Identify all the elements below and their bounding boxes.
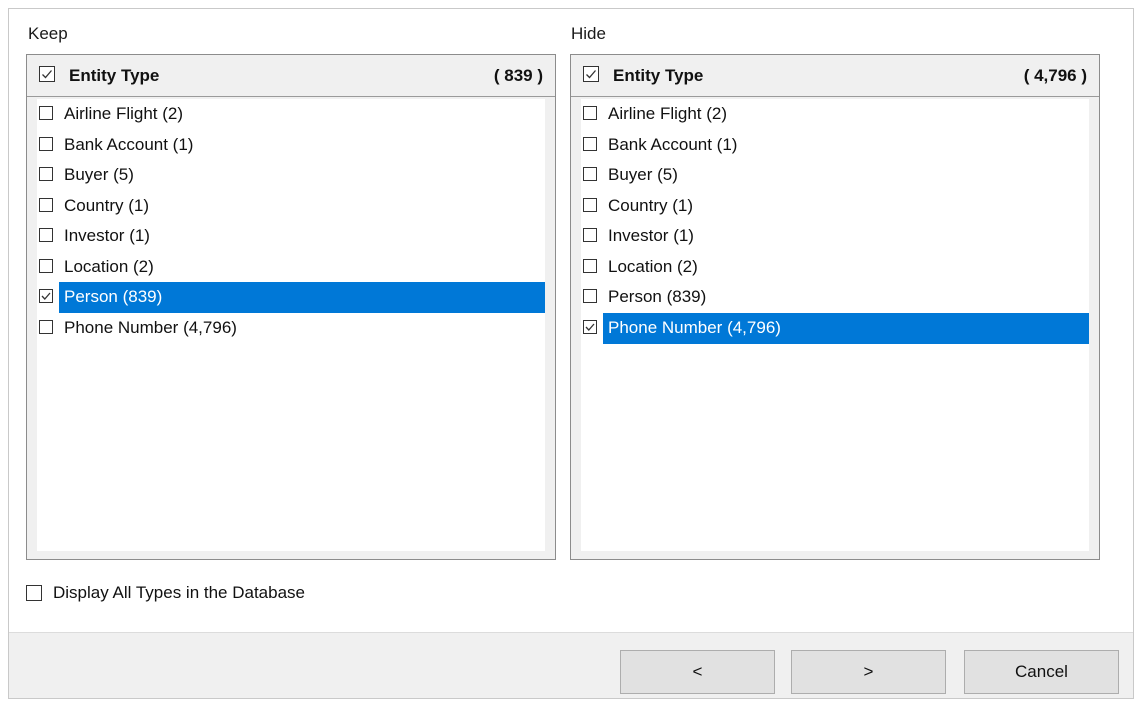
list-item[interactable]: Buyer (5) [581,160,1089,191]
hide-label: Hide [571,24,606,43]
hide-panel-header: Entity Type ( 4,796 ) [571,55,1099,97]
item-label: Bank Account (1) [64,134,194,154]
item-checkbox[interactable] [39,289,53,303]
list-item[interactable]: Phone Number (4,796) [581,312,1089,344]
move-right-button[interactable]: > [791,650,946,694]
item-checkbox[interactable] [39,136,53,151]
item-checkbox[interactable] [583,258,597,273]
list-item[interactable]: Buyer (5) [37,160,545,191]
list-item[interactable]: Investor (1) [37,221,545,252]
keep-panel-header: Entity Type ( 839 ) [27,55,555,97]
item-label: Person (839) [608,287,707,306]
item-label: Investor (1) [608,226,694,245]
item-checkbox[interactable] [583,136,597,151]
cancel-button[interactable]: Cancel [964,650,1119,694]
item-checkbox[interactable] [39,167,53,181]
item-checkbox[interactable] [39,106,53,120]
item-checkbox[interactable] [583,106,597,120]
keep-label: Keep [28,24,68,43]
keep-panel: Entity Type ( 839 ) Airline Flight (2) Ba… [26,54,556,560]
item-label: Phone Number (4,796) [608,317,781,337]
list-item[interactable]: Bank Account (1) [37,130,545,161]
list-item[interactable]: Location (2) [581,252,1089,283]
hide-panel: Entity Type ( 4,796 ) Airline Flight (2)… [570,54,1100,560]
list-item[interactable]: Airline Flight (2) [581,99,1089,130]
keep-list: Airline Flight (2) Bank Account (1) Buyer … [37,99,545,551]
list-item[interactable]: Phone Number (4,796) [37,313,545,344]
item-label: Person (839) [64,287,163,306]
item-label: Location (2) [608,256,698,276]
list-item[interactable]: Investor (1) [581,221,1089,252]
item-label: Airline Flight (2) [64,104,184,123]
list-item[interactable]: Airline Flight (2) [37,99,545,130]
list-item[interactable]: Person (839) [37,282,545,313]
list-item[interactable]: Person (839) [581,282,1089,313]
item-checkbox[interactable] [39,319,53,334]
item-label: Airline Flight (2) [608,104,728,123]
display-all-checkbox[interactable] [26,585,42,601]
item-checkbox[interactable] [583,228,597,242]
list-item[interactable]: Country (1) [581,191,1089,222]
list-item[interactable]: Location (2) [37,252,545,283]
keep-header-checkbox[interactable] [39,66,55,82]
keep-header-title: Entity Type [69,66,160,85]
hide-header-checkbox[interactable] [583,66,599,82]
item-checkbox[interactable] [583,319,597,334]
item-label: Buyer (5) [608,165,678,184]
item-label: Buyer (5) [64,165,134,184]
list-item[interactable]: Country (1) [37,191,545,222]
item-label: Country (1) [64,195,150,215]
item-checkbox[interactable] [583,167,597,181]
item-checkbox[interactable] [583,197,597,212]
item-label: Investor (1) [64,226,150,245]
hide-header-title: Entity Type [613,66,704,85]
item-checkbox[interactable] [39,228,53,242]
item-checkbox[interactable] [39,197,53,212]
item-checkbox[interactable] [583,289,597,303]
item-label: Location (2) [64,256,154,276]
move-left-button[interactable]: < [620,650,775,694]
hide-list: Airline Flight (2) Bank Account (1) Buyer … [581,99,1089,551]
item-label: Phone Number (4,796) [64,317,237,337]
item-label: Country (1) [608,195,694,215]
hide-header-count: ( 4,796 ) [1023,66,1087,85]
list-item[interactable]: Bank Account (1) [581,130,1089,161]
item-label: Bank Account (1) [608,134,738,154]
keep-header-count: ( 839 ) [493,66,543,85]
display-all-label[interactable]: Display All Types in the Database [53,583,305,603]
item-checkbox[interactable] [39,258,53,273]
